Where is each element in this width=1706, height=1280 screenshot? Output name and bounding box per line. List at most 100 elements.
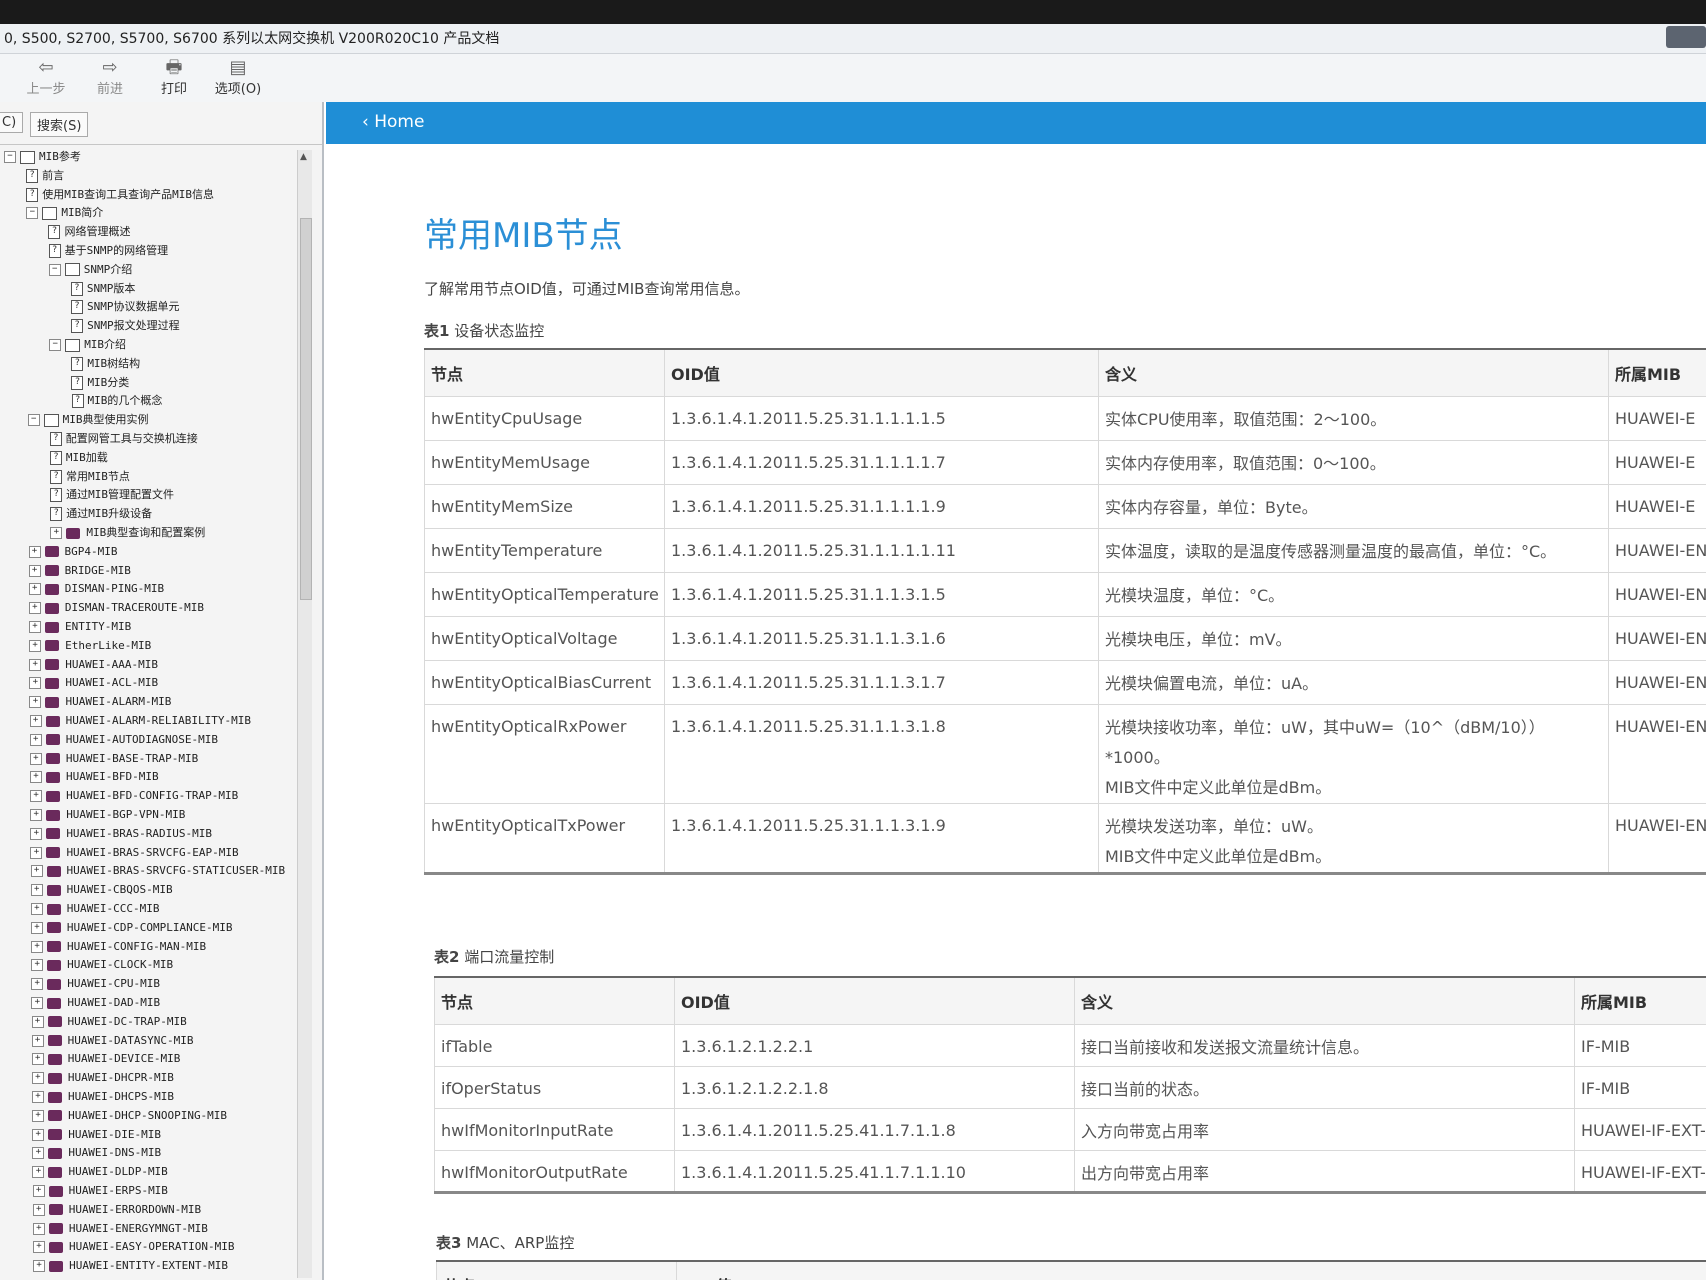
- tree-item[interactable]: ? SNMP版本: [70, 280, 135, 298]
- tree-item[interactable]: + DISMAN-PING-MIB: [28, 580, 164, 598]
- tree-scrollbar[interactable]: ▲: [297, 150, 312, 1278]
- tree-item[interactable]: + HUAWEI-CDP-COMPLIANCE-MIB: [30, 919, 232, 937]
- expand-icon[interactable]: +: [32, 1109, 45, 1122]
- tree-item[interactable]: + HUAWEI-CPU-MIB: [31, 975, 160, 993]
- tree-item[interactable]: + HUAWEI-DLDP-MIB: [32, 1163, 168, 1181]
- tree-item[interactable]: ? SNMP协议数据单元: [70, 298, 179, 316]
- expand-icon[interactable]: +: [29, 752, 42, 765]
- tree-item[interactable]: − SNMP介绍: [48, 261, 132, 279]
- tree-item[interactable]: + HUAWEI-ERRORDOWN-MIB: [32, 1201, 201, 1219]
- forward-button[interactable]: ⇨ 前进: [80, 58, 140, 98]
- tree-item[interactable]: + HUAWEI-CBQOS-MIB: [30, 881, 173, 899]
- collapse-icon[interactable]: −: [48, 263, 61, 276]
- tree-item[interactable]: ? MIB分类: [71, 374, 129, 392]
- tree-item[interactable]: + HUAWEI-ALARM-RELIABILITY-MIB: [29, 712, 251, 730]
- scroll-thumb[interactable]: [300, 218, 312, 600]
- expand-icon[interactable]: +: [31, 1053, 44, 1066]
- expand-icon[interactable]: +: [32, 1222, 45, 1235]
- tree-item[interactable]: + HUAWEI-BASE-TRAP-MIB: [29, 750, 198, 768]
- tree-item[interactable]: + HUAWEI-ALARM-MIB: [29, 693, 171, 711]
- expand-icon[interactable]: +: [32, 1241, 45, 1254]
- tree-item[interactable]: ? 通过MIB升级设备: [50, 505, 152, 523]
- tree-item[interactable]: + HUAWEI-DHCP-SNOOPING-MIB: [32, 1107, 227, 1125]
- tree-item[interactable]: + HUAWEI-BRAS-RADIUS-MIB: [30, 825, 212, 843]
- expand-icon[interactable]: +: [29, 677, 42, 690]
- tree-item[interactable]: + HUAWEI-BFD-CONFIG-TRAP-MIB: [30, 787, 238, 805]
- tree-item[interactable]: ? 通过MIB管理配置文件: [50, 486, 174, 504]
- window-controls[interactable]: [1666, 26, 1706, 48]
- tree-item[interactable]: + HUAWEI-DNS-MIB: [32, 1144, 161, 1162]
- expand-icon[interactable]: +: [30, 921, 43, 934]
- tree-item[interactable]: ? 基于SNMP的网络管理: [48, 242, 168, 260]
- tree-item[interactable]: − MIB介绍: [49, 336, 126, 354]
- tree-item[interactable]: ? SNMP报文处理过程: [71, 317, 180, 335]
- expand-icon[interactable]: +: [29, 715, 42, 727]
- expand-icon[interactable]: +: [31, 959, 44, 972]
- expand-icon[interactable]: +: [30, 809, 43, 821]
- tree-item[interactable]: + HUAWEI-BFD-MIB: [29, 768, 159, 786]
- expand-icon[interactable]: +: [29, 771, 42, 784]
- expand-icon[interactable]: +: [32, 1147, 45, 1160]
- expand-icon[interactable]: +: [28, 602, 41, 615]
- tree-item[interactable]: ? 常用MIB节点: [50, 468, 130, 486]
- tree-item[interactable]: + HUAWEI-EASY-OPERATION-MIB: [32, 1238, 235, 1256]
- expand-icon[interactable]: +: [32, 1128, 45, 1141]
- expand-icon[interactable]: +: [31, 1072, 44, 1085]
- expand-icon[interactable]: +: [30, 865, 43, 878]
- expand-icon[interactable]: +: [30, 903, 43, 915]
- tree-item[interactable]: + HUAWEI-DIE-MIB: [32, 1126, 161, 1144]
- collapse-icon[interactable]: −: [26, 207, 39, 220]
- tree-item[interactable]: + HUAWEI-ERPS-MIB: [32, 1182, 168, 1200]
- expand-icon[interactable]: +: [50, 527, 63, 539]
- collapse-icon[interactable]: −: [49, 339, 62, 351]
- tree-item[interactable]: + BRIDGE-MIB: [28, 562, 131, 580]
- tree-item[interactable]: + HUAWEI-DC-TRAP-MIB: [31, 1013, 187, 1031]
- tree-item[interactable]: + HUAWEI-CONFIG-MAN-MIB: [31, 938, 206, 956]
- tree-item[interactable]: + HUAWEI-BRAS-SRVCFG-STATICUSER-MIB: [30, 862, 285, 880]
- scroll-up-icon[interactable]: ▲: [300, 152, 307, 162]
- tree-item[interactable]: + HUAWEI-DAD-MIB: [31, 994, 160, 1012]
- expand-icon[interactable]: +: [32, 1166, 45, 1179]
- tree-item[interactable]: + MIB典型查询和配置案例: [50, 524, 205, 542]
- tree-item[interactable]: + HUAWEI-DEVICE-MIB: [31, 1050, 180, 1068]
- back-button[interactable]: ⇦ 上一步: [16, 58, 76, 98]
- tree-item[interactable]: ? MIB树结构: [71, 355, 140, 373]
- collapse-icon[interactable]: −: [4, 151, 16, 163]
- expand-icon[interactable]: +: [30, 827, 43, 840]
- expand-icon[interactable]: +: [31, 978, 44, 991]
- home-link[interactable]: ‹ Home: [362, 112, 424, 132]
- expand-icon[interactable]: +: [28, 564, 41, 577]
- expand-icon[interactable]: +: [32, 1203, 45, 1216]
- tree-item[interactable]: + HUAWEI-ENTITY-EXTENT-MIB: [33, 1257, 228, 1275]
- tree-item[interactable]: + HUAWEI-BRAS-SRVCFG-EAP-MIB: [30, 844, 239, 862]
- expand-icon[interactable]: +: [30, 884, 43, 897]
- tree-item[interactable]: + HUAWEI-AUTODIAGNOSE-MIB: [29, 731, 218, 749]
- tree-item[interactable]: + EtherLike-MIB: [29, 637, 151, 655]
- tree-item[interactable]: + HUAWEI-CCC-MIB: [30, 900, 160, 918]
- tree-item[interactable]: ? 前言: [26, 167, 64, 185]
- tree-item[interactable]: ? 网络管理概述: [48, 223, 130, 241]
- expand-icon[interactable]: +: [31, 1034, 44, 1047]
- tree-item[interactable]: + HUAWEI-DHCPS-MIB: [32, 1088, 174, 1106]
- tree-item[interactable]: − MIB参考: [4, 148, 81, 166]
- tree-item[interactable]: + BGP4-MIB: [28, 543, 118, 561]
- tree-item[interactable]: ? MIB加载: [49, 449, 108, 467]
- expand-icon[interactable]: +: [32, 1091, 44, 1103]
- tree-item[interactable]: + DISMAN-TRACEROUTE-MIB: [28, 599, 204, 617]
- collapse-icon[interactable]: −: [27, 414, 40, 427]
- tree-item[interactable]: ? 配置网管工具与交换机连接: [49, 430, 198, 448]
- tree-item[interactable]: + HUAWEI-ACL-MIB: [29, 674, 158, 692]
- tree-item[interactable]: − MIB简介: [26, 204, 103, 222]
- expand-icon[interactable]: +: [33, 1260, 46, 1273]
- expand-icon[interactable]: +: [31, 940, 44, 953]
- tree-item[interactable]: + HUAWEI-DHCPR-MIB: [31, 1069, 174, 1087]
- expand-icon[interactable]: +: [29, 696, 42, 709]
- tree-item[interactable]: +HUAWEI-ENTITY-TRAP-MIB: [33, 1276, 215, 1278]
- tree-item[interactable]: + HUAWEI-BGP-VPN-MIB: [30, 806, 185, 824]
- tab-search[interactable]: 搜索(S): [30, 112, 89, 137]
- expand-icon[interactable]: +: [29, 621, 41, 633]
- expand-icon[interactable]: +: [30, 790, 43, 803]
- tree-item[interactable]: + HUAWEI-AAA-MIB: [29, 656, 158, 674]
- tree-item[interactable]: − MIB典型使用实例: [27, 411, 149, 429]
- tree-item[interactable]: ? MIB的几个概念: [71, 392, 162, 410]
